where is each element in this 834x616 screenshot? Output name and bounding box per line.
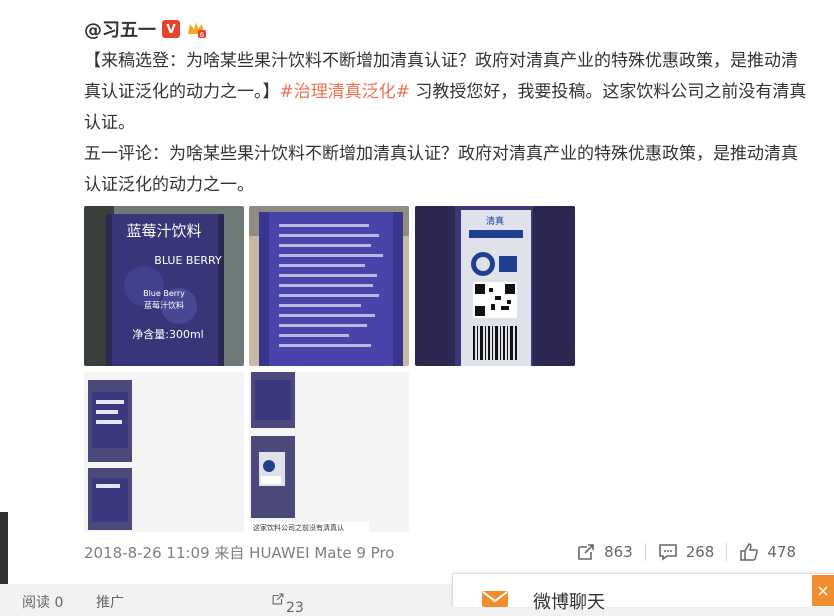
chat-close-button[interactable]: ×	[812, 575, 834, 606]
img1-sub-text: 蓝莓汁饮料	[144, 300, 184, 310]
img1-brand-small-text: Blue Berry	[143, 289, 185, 298]
left-edge-bar	[0, 512, 8, 584]
weibo-chat-panel[interactable]: 微博聊天	[452, 573, 834, 613]
promote-link[interactable]: 推广	[96, 592, 124, 612]
like-count: 478	[767, 543, 796, 561]
like-button[interactable]: 478	[727, 540, 808, 564]
read-count: 阅读 0	[22, 595, 64, 611]
post-image-3[interactable]: 清真	[415, 206, 575, 366]
post-content: 【来稿选登：为啥某些果汁饮料不断增加清真认证？政府对清真产业的特殊优惠政策，是推…	[84, 46, 814, 201]
comment-button[interactable]: 268	[646, 540, 727, 564]
repost-button[interactable]: 863	[564, 540, 645, 564]
post-image-5[interactable]: 这家饮料公司之前没有清真认	[249, 372, 409, 532]
repost-icon	[578, 544, 594, 560]
post-image-1[interactable]: 蓝莓汁饮料 BLUE BERRY Blue Berry 蓝莓汁饮料 净含量:30…	[84, 206, 244, 366]
author-name-link[interactable]: @习五一	[84, 16, 156, 42]
repost-icon	[272, 593, 284, 605]
post-paragraph-2: 五一评论：为啥某些果汁饮料不断增加清真认证？政府对清真产业的特殊优惠政策，是推动…	[84, 144, 798, 195]
thumb-caption-text: 这家饮料公司之前没有清真认	[253, 523, 344, 532]
hashtag-link[interactable]: #治理清真泛化#	[280, 82, 411, 102]
mail-icon	[482, 591, 508, 607]
post-actions: 863 268 478	[564, 540, 808, 564]
thumbs-up-icon	[740, 543, 759, 561]
post-author-row: @习五一 V 6	[84, 14, 206, 44]
member-crown-icon[interactable]: 6	[186, 19, 206, 39]
img1-brand-text: BLUE BERRY	[154, 254, 222, 267]
img3-label-text: 清真	[486, 215, 504, 227]
comment-count: 268	[685, 543, 715, 561]
svg-text:6: 6	[200, 31, 205, 39]
post-paragraph-1: 【来稿选登：为啥某些果汁饮料不断增加清真认证？政府对清真产业的特殊优惠政策，是推…	[84, 46, 814, 139]
comment-icon	[658, 544, 677, 561]
img1-volume-text: 净含量:300ml	[132, 327, 203, 341]
img1-title-text: 蓝莓汁饮料	[126, 222, 201, 240]
post-image-2[interactable]	[249, 206, 409, 366]
post-image-4[interactable]	[84, 372, 244, 532]
post-timestamp[interactable]: 2018-8-26 11:09 来自 HUAWEI Mate 9 Pro	[84, 542, 394, 563]
verified-badge-icon[interactable]: V	[162, 20, 180, 38]
repost-count-bottom-value: 23	[286, 600, 304, 616]
chat-title: 微博聊天	[533, 592, 605, 613]
repost-count: 863	[604, 543, 633, 561]
